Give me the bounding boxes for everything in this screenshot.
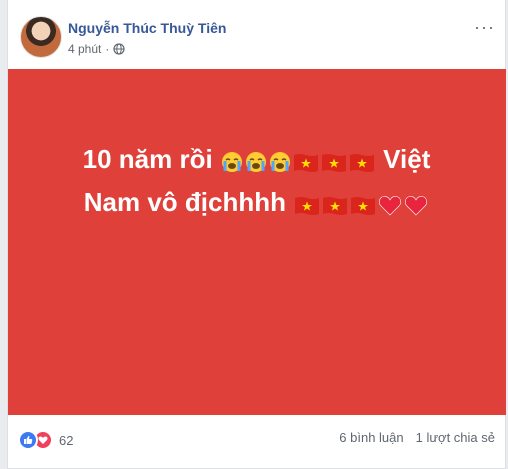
post-text-segment: Việt — [383, 144, 431, 174]
loudly-crying-face-icon — [269, 145, 291, 183]
post-time[interactable]: 4 phút — [68, 42, 101, 56]
post-background — [8, 69, 506, 415]
vietnam-flag-icon — [350, 188, 376, 226]
post-meta: 4 phút · — [68, 42, 125, 56]
post-card: Nguyễn Thúc Thuỳ Tiên 4 phút · ··· 10 nă… — [7, 0, 506, 469]
globe-icon[interactable] — [113, 43, 125, 55]
red-heart-icon — [378, 188, 402, 226]
vietnam-flag-icon — [349, 145, 375, 183]
emoji-group-1 — [220, 144, 376, 174]
vietnam-flag-icon — [321, 145, 347, 183]
avatar[interactable] — [20, 16, 62, 58]
comments-link[interactable]: 6 bình luận — [339, 430, 403, 445]
post-text-line-2: Nam vô địchhhh — [46, 183, 467, 226]
like-icon — [18, 430, 38, 450]
post-text-line-1: 10 năm rồi Việt — [46, 140, 467, 183]
vietnam-flag-icon — [322, 188, 348, 226]
vietnam-flag-icon — [293, 145, 319, 183]
post-text: 10 năm rồi Việt Nam vô địchhhh — [46, 140, 467, 226]
meta-separator: · — [105, 42, 110, 56]
vietnam-flag-icon — [294, 188, 320, 226]
engagement-stats: 6 bình luận 1 lượt chia sẻ — [339, 430, 495, 445]
post-header: Nguyễn Thúc Thuỳ Tiên 4 phút · ··· — [8, 0, 505, 68]
emoji-group-2 — [293, 187, 429, 217]
post-footer: 62 6 bình luận 1 lượt chia sẻ — [8, 418, 505, 458]
reactions-summary[interactable]: 62 — [18, 430, 73, 450]
loudly-crying-face-icon — [221, 145, 243, 183]
post-text-segment: Nam vô địchhhh — [83, 187, 286, 217]
post-text-segment: 10 năm rồi — [82, 144, 213, 174]
red-heart-icon — [404, 188, 428, 226]
reaction-count: 62 — [59, 432, 74, 448]
loudly-crying-face-icon — [245, 145, 267, 183]
author-name[interactable]: Nguyễn Thúc Thuỳ Tiên — [68, 20, 226, 36]
more-options-icon[interactable]: ··· — [474, 18, 495, 36]
shares-link[interactable]: 1 lượt chia sẻ — [416, 430, 495, 445]
